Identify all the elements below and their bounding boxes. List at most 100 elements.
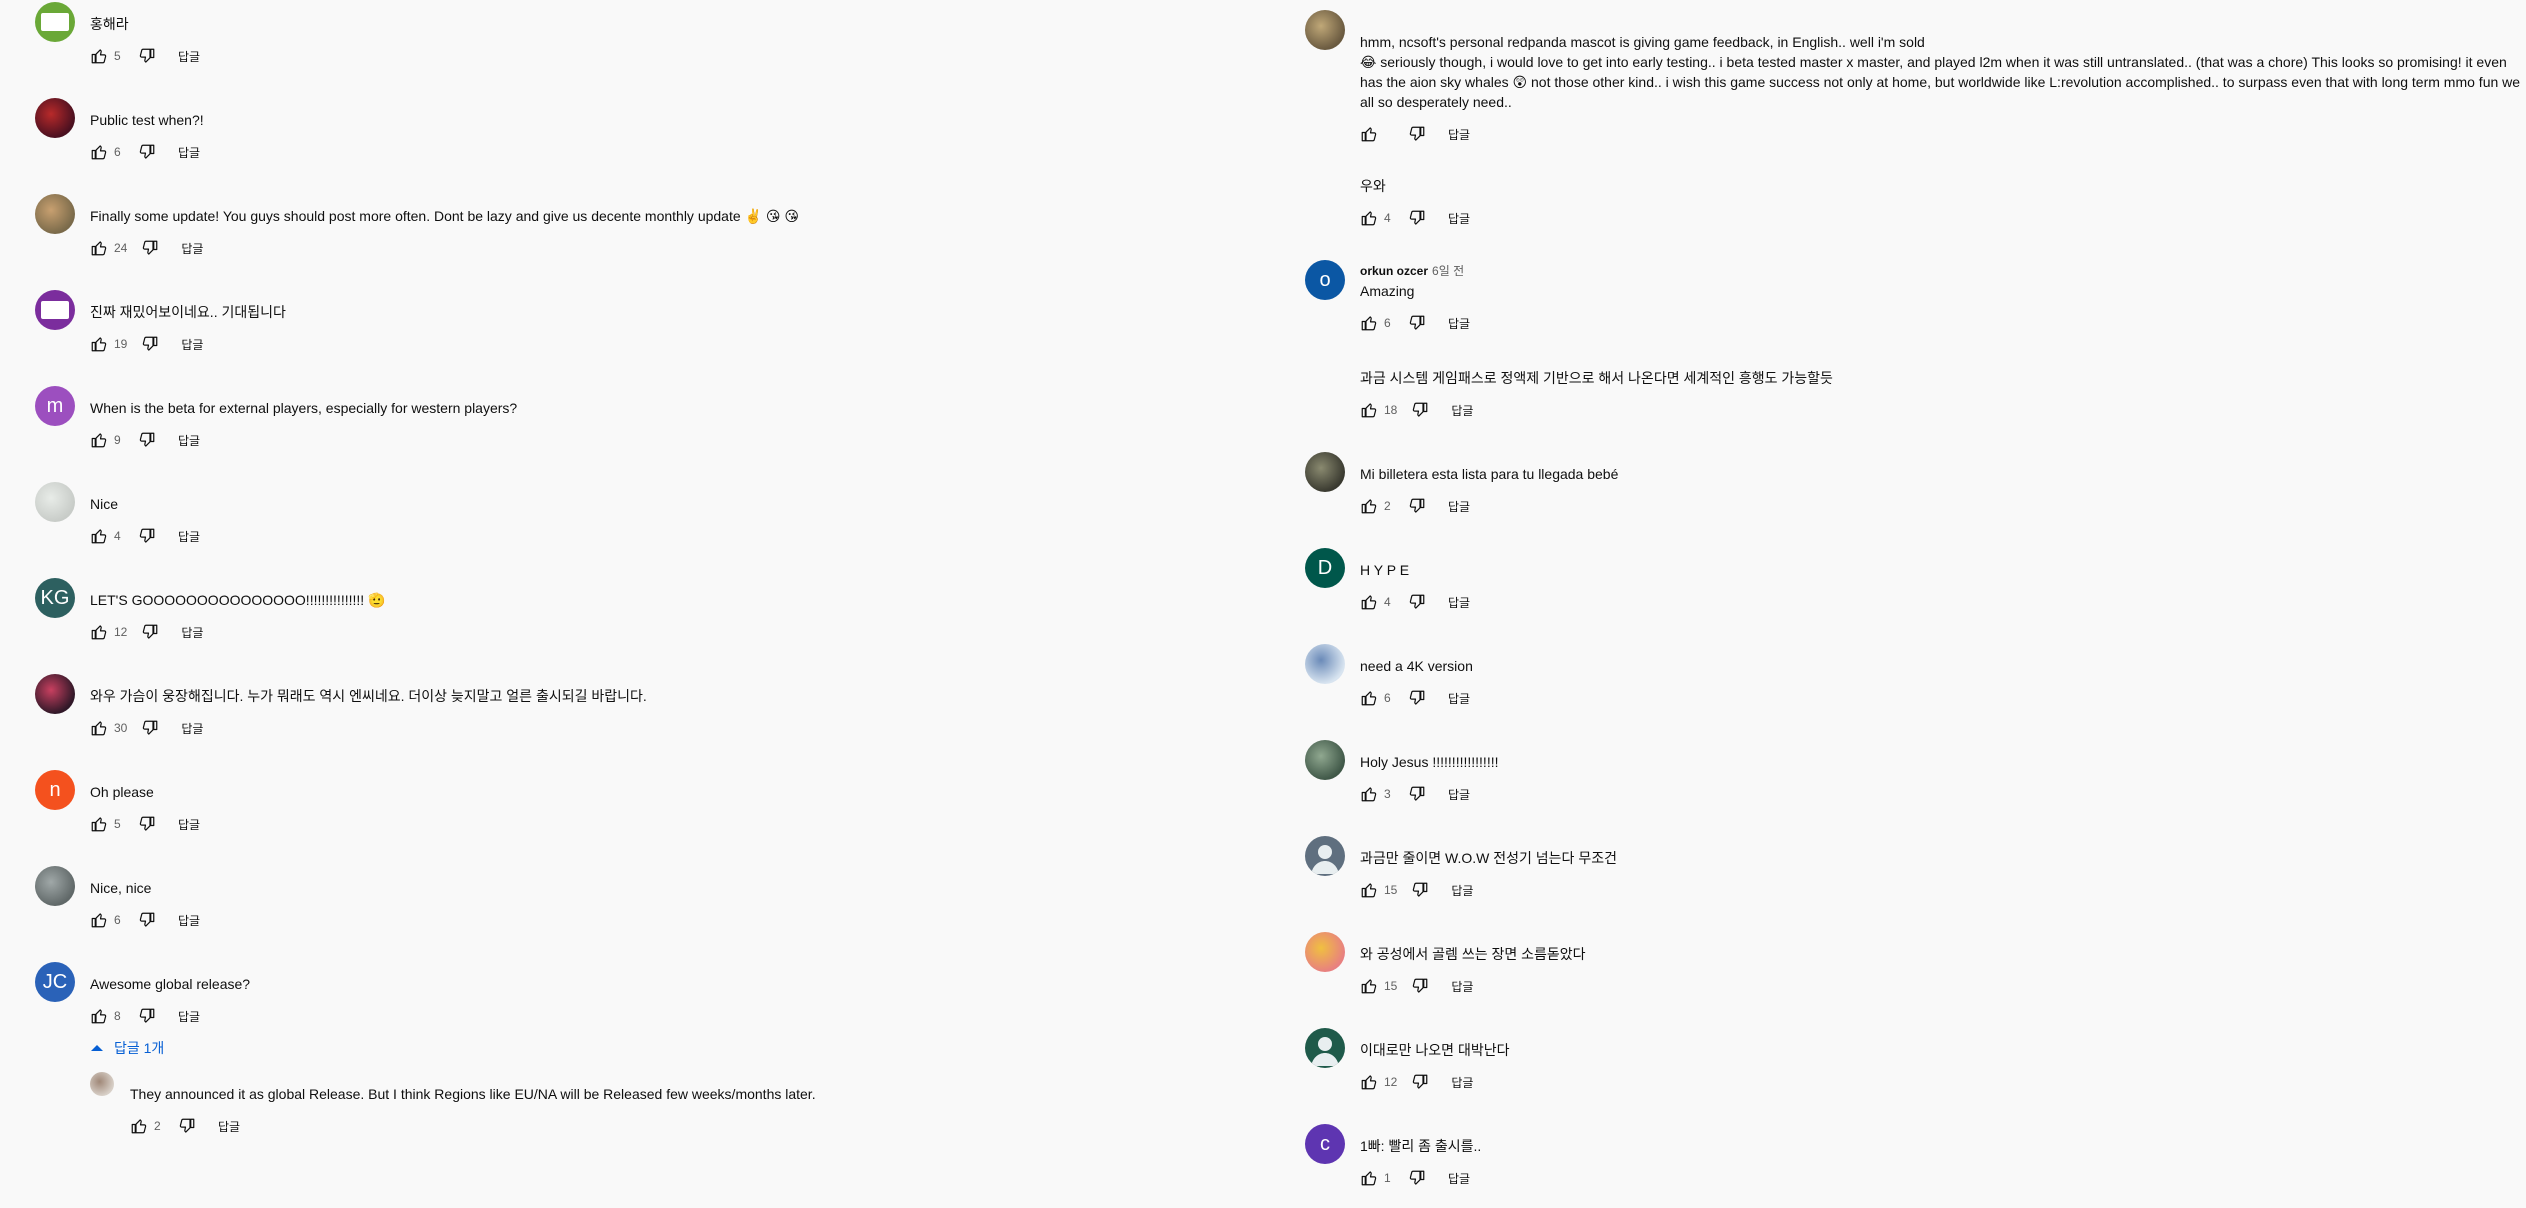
avatar-letter[interactable]: c <box>1305 1124 1345 1164</box>
reply-button[interactable]: 답글 <box>178 144 200 161</box>
dislike-icon[interactable] <box>141 335 159 353</box>
avatar-letter[interactable]: D <box>1305 548 1345 588</box>
reply-button[interactable]: 답글 <box>1448 210 1470 227</box>
dislike-icon[interactable] <box>1411 401 1429 419</box>
avatar-image[interactable] <box>35 674 75 714</box>
like-icon[interactable] <box>90 623 108 641</box>
reply-button[interactable]: 답글 <box>1451 882 1473 899</box>
like-icon[interactable] <box>1360 689 1378 707</box>
avatar-letter[interactable]: KG <box>35 578 75 618</box>
avatar-image[interactable] <box>90 1072 114 1096</box>
avatar-image[interactable] <box>1305 10 1345 50</box>
like-icon[interactable] <box>90 47 108 65</box>
reply-button[interactable]: 답글 <box>178 48 200 65</box>
reply-button[interactable]: 답글 <box>1448 690 1470 707</box>
avatar[interactable] <box>35 2 75 42</box>
avatar-letter[interactable]: JC <box>35 962 75 1002</box>
dislike-icon[interactable] <box>1408 497 1426 515</box>
reply-button[interactable]: 답글 <box>1451 402 1473 419</box>
like-icon[interactable] <box>1360 125 1378 143</box>
dislike-icon[interactable] <box>1408 314 1426 332</box>
like-icon[interactable] <box>1360 785 1378 803</box>
avatar-letter[interactable]: n <box>35 770 75 810</box>
like-icon[interactable] <box>90 143 108 161</box>
like-icon[interactable] <box>90 1007 108 1025</box>
like-icon[interactable] <box>1360 1169 1378 1187</box>
avatar-image[interactable] <box>1305 932 1345 972</box>
like-icon[interactable] <box>90 527 108 545</box>
dislike-icon[interactable] <box>138 527 156 545</box>
dislike-icon[interactable] <box>1411 977 1429 995</box>
avatar-image[interactable] <box>35 482 75 522</box>
reply-button[interactable]: 답글 <box>1448 594 1470 611</box>
like-icon[interactable] <box>1360 977 1378 995</box>
dislike-icon[interactable] <box>1411 1073 1429 1091</box>
reply-button[interactable]: 답글 <box>181 336 203 353</box>
dislike-icon[interactable] <box>178 1117 196 1135</box>
reply-button[interactable]: 답글 <box>178 1008 200 1025</box>
dislike-icon[interactable] <box>138 431 156 449</box>
like-count: 12 <box>1384 1075 1398 1089</box>
like-icon[interactable] <box>1360 401 1378 419</box>
dislike-icon[interactable] <box>1408 209 1426 227</box>
reply-button[interactable]: 답글 <box>1448 786 1470 803</box>
dislike-icon[interactable] <box>138 815 156 833</box>
dislike-icon[interactable] <box>1408 689 1426 707</box>
reply-button[interactable]: 답글 <box>1451 1074 1473 1091</box>
comment-text: Mi billetera esta lista para tu llegada … <box>1360 466 1619 482</box>
dislike-icon[interactable] <box>141 623 159 641</box>
reply-button[interactable]: 답글 <box>181 720 203 737</box>
dislike-icon[interactable] <box>1408 125 1426 143</box>
like-icon[interactable] <box>90 815 108 833</box>
dislike-icon[interactable] <box>1411 881 1429 899</box>
reply-button[interactable]: 답글 <box>1448 498 1470 515</box>
dislike-icon[interactable] <box>138 1007 156 1025</box>
avatar-letter[interactable]: m <box>35 386 75 426</box>
avatar-letter[interactable]: o <box>1305 260 1345 300</box>
like-icon[interactable] <box>1360 209 1378 227</box>
comment-time[interactable]: 6일 전 <box>1432 264 1464 278</box>
hide-replies-toggle[interactable]: 답글 1개 <box>90 1038 1260 1058</box>
like-icon[interactable] <box>130 1117 148 1135</box>
reply-button[interactable]: 답글 <box>178 528 200 545</box>
dislike-icon[interactable] <box>138 47 156 65</box>
reply-button[interactable]: 답글 <box>181 240 203 257</box>
avatar-image[interactable] <box>1305 644 1345 684</box>
avatar-image[interactable] <box>1305 452 1345 492</box>
like-icon[interactable] <box>1360 593 1378 611</box>
like-icon[interactable] <box>1360 1073 1378 1091</box>
reply-button[interactable]: 답글 <box>178 432 200 449</box>
dislike-icon[interactable] <box>141 239 159 257</box>
like-icon[interactable] <box>90 911 108 929</box>
like-icon[interactable] <box>90 719 108 737</box>
reply-button[interactable]: 답글 <box>1448 1170 1470 1187</box>
avatar-image[interactable] <box>1305 740 1345 780</box>
like-icon[interactable] <box>1360 881 1378 899</box>
reply-button[interactable]: 답글 <box>178 912 200 929</box>
reply-button[interactable]: 답글 <box>218 1118 240 1135</box>
like-icon[interactable] <box>1360 497 1378 515</box>
default-avatar[interactable] <box>1305 836 1345 876</box>
dislike-icon[interactable] <box>138 911 156 929</box>
reply-button[interactable]: 답글 <box>178 816 200 833</box>
like-icon[interactable] <box>90 431 108 449</box>
avatar-image[interactable] <box>35 866 75 906</box>
reply-button[interactable]: 답글 <box>181 624 203 641</box>
author-name[interactable]: orkun ozcer <box>1360 264 1428 278</box>
avatar-image[interactable] <box>35 98 75 138</box>
avatar[interactable] <box>35 290 75 330</box>
like-icon[interactable] <box>90 335 108 353</box>
like-icon[interactable] <box>90 239 108 257</box>
reply-button[interactable]: 답글 <box>1448 126 1470 143</box>
dislike-icon[interactable] <box>1408 1169 1426 1187</box>
reply-button[interactable]: 답글 <box>1448 315 1470 332</box>
default-avatar[interactable] <box>1305 1028 1345 1068</box>
dislike-icon[interactable] <box>1408 593 1426 611</box>
dislike-icon[interactable] <box>141 719 159 737</box>
reply-button[interactable]: 답글 <box>1451 978 1473 995</box>
avatar-image[interactable] <box>35 194 75 234</box>
dislike-icon[interactable] <box>138 143 156 161</box>
comment-text: Oh please <box>90 784 154 800</box>
like-icon[interactable] <box>1360 314 1378 332</box>
dislike-icon[interactable] <box>1408 785 1426 803</box>
